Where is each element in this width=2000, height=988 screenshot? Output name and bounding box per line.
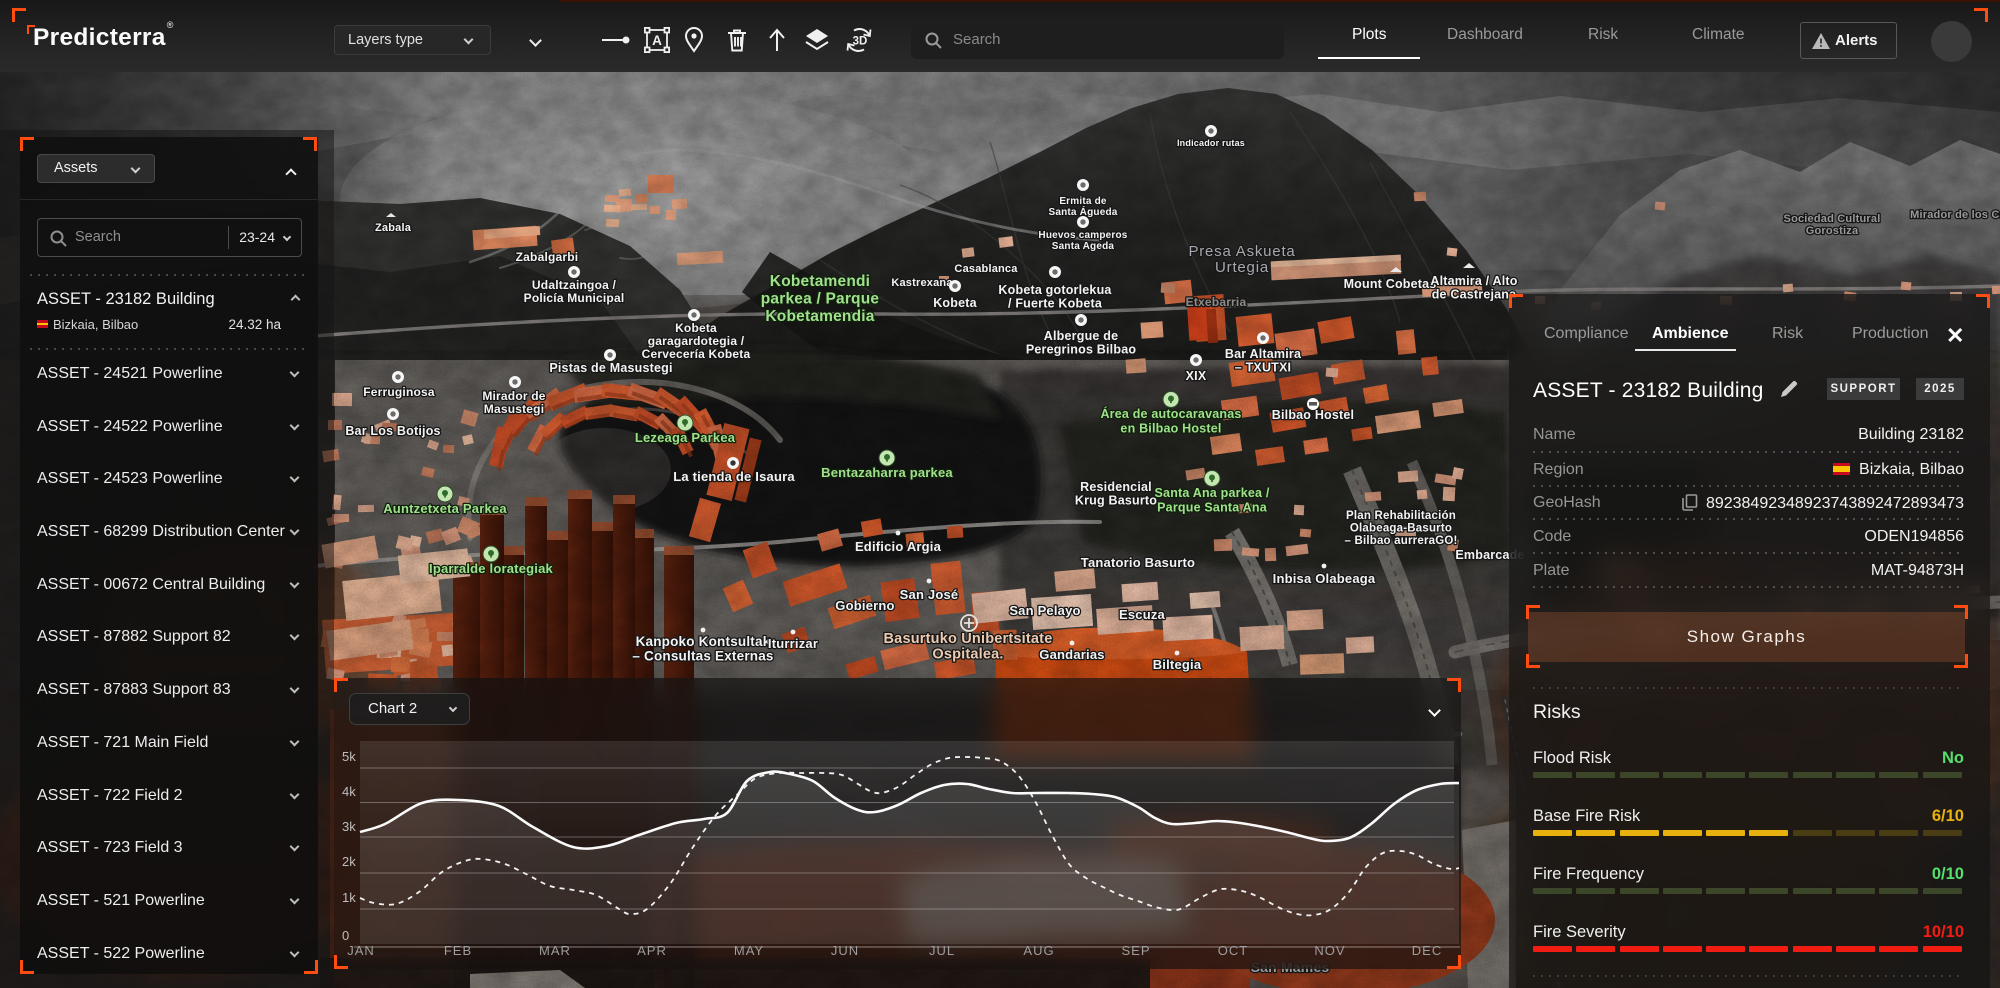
svg-text:Santa Ageda: Santa Ageda bbox=[1052, 241, 1115, 252]
svg-text:Gorostiza: Gorostiza bbox=[1806, 225, 1859, 237]
svg-text:/ Fuerte Kobeta: / Fuerte Kobeta bbox=[1008, 297, 1103, 311]
svg-text:Kobetamendi: Kobetamendi bbox=[770, 273, 870, 290]
svg-text:Krug Basurto: Krug Basurto bbox=[1075, 494, 1157, 508]
svg-text:de Castrejana: de Castrejana bbox=[1432, 288, 1517, 302]
svg-text:Huevos camperos: Huevos camperos bbox=[1038, 230, 1127, 241]
svg-text:Etxebarria: Etxebarria bbox=[1186, 295, 1247, 309]
svg-text:Albergue de: Albergue de bbox=[1044, 329, 1118, 343]
svg-text:Ferruginosa: Ferruginosa bbox=[363, 385, 435, 399]
svg-text:Iparralde lorategiak: Iparralde lorategiak bbox=[429, 561, 554, 576]
svg-text:Auntzetxeta Parkea: Auntzetxeta Parkea bbox=[383, 501, 507, 516]
svg-text:en Bilbao Hostel: en Bilbao Hostel bbox=[1120, 422, 1221, 436]
svg-text:Inbisa Olabeaga: Inbisa Olabeaga bbox=[1273, 571, 1376, 586]
svg-text:parkea / Parque: parkea / Parque bbox=[761, 291, 880, 308]
svg-text:Kobetamendia: Kobetamendia bbox=[765, 308, 874, 325]
svg-text:– TXUTXI: – TXUTXI bbox=[1235, 361, 1291, 375]
svg-text:Mirador de: Mirador de bbox=[482, 389, 545, 403]
svg-text:Iturrizar: Iturrizar bbox=[768, 636, 818, 651]
svg-text:Bar Altamira: Bar Altamira bbox=[1225, 347, 1302, 361]
svg-text:Kastrexana: Kastrexana bbox=[891, 277, 953, 289]
svg-text:Escuza: Escuza bbox=[1119, 607, 1166, 622]
svg-text:San Pelayo: San Pelayo bbox=[1009, 603, 1080, 618]
svg-text:Bentazaharra parkea: Bentazaharra parkea bbox=[821, 465, 953, 480]
svg-text:Residencial: Residencial bbox=[1080, 480, 1152, 494]
svg-text:Lezeaga Parkea: Lezeaga Parkea bbox=[635, 430, 736, 445]
svg-text:– Bilbao aurreraGO!: – Bilbao aurreraGO! bbox=[1344, 535, 1457, 547]
svg-text:Tanatorio Basurto: Tanatorio Basurto bbox=[1081, 555, 1195, 570]
svg-text:Peregrinos Bilbao: Peregrinos Bilbao bbox=[1026, 343, 1137, 357]
svg-text:Cervecería Kobeta: Cervecería Kobeta bbox=[642, 347, 751, 361]
svg-text:Plan Rehabilitación: Plan Rehabilitación bbox=[1346, 510, 1456, 522]
svg-text:Gandarias: Gandarias bbox=[1039, 647, 1104, 662]
svg-text:3D: 3D bbox=[853, 36, 868, 48]
svg-text:San José: San José bbox=[900, 587, 959, 602]
svg-text:La tienda de Isaura: La tienda de Isaura bbox=[673, 469, 795, 484]
svg-text:Bilbao Hostel: Bilbao Hostel bbox=[1272, 408, 1354, 422]
svg-text:Parque Santa Ana: Parque Santa Ana bbox=[1157, 501, 1268, 515]
svg-text:Sociedad Cultural: Sociedad Cultural bbox=[1784, 213, 1881, 225]
svg-text:Casablanca: Casablanca bbox=[954, 263, 1018, 275]
svg-text:Presa Askueta: Presa Askueta bbox=[1188, 243, 1295, 260]
svg-text:Mirador de los Ca: Mirador de los Ca bbox=[1910, 209, 2000, 221]
svg-text:Ermita de: Ermita de bbox=[1059, 196, 1107, 207]
svg-text:Kobeta gotorlekua: Kobeta gotorlekua bbox=[998, 283, 1112, 297]
svg-text:Ospitalea.: Ospitalea. bbox=[932, 647, 1003, 663]
svg-text:Udaltzaingoa /: Udaltzaingoa / bbox=[532, 278, 617, 292]
svg-text:Kanpoko Kontsultak: Kanpoko Kontsultak bbox=[636, 634, 771, 649]
svg-text:Policía Municipal: Policía Municipal bbox=[524, 291, 625, 305]
svg-text:A: A bbox=[652, 33, 662, 48]
svg-text:Zabala: Zabala bbox=[375, 222, 412, 234]
svg-text:Zabalgarbi: Zabalgarbi bbox=[516, 250, 579, 264]
svg-text:– Consultas Externas: – Consultas Externas bbox=[632, 649, 773, 664]
svg-text:Basurtuko Unibertsitate: Basurtuko Unibertsitate bbox=[884, 631, 1053, 647]
svg-text:Masustegi: Masustegi bbox=[484, 402, 544, 416]
svg-text:Santa Ana parkea /: Santa Ana parkea / bbox=[1155, 486, 1270, 500]
svg-text:Indicador rutas: Indicador rutas bbox=[1177, 138, 1245, 148]
svg-text:Kobeta: Kobeta bbox=[675, 321, 717, 335]
svg-text:Altamira / Alto: Altamira / Alto bbox=[1430, 274, 1517, 288]
svg-text:XIX: XIX bbox=[1186, 369, 1207, 383]
svg-text:Área de autocaravanas: Área de autocaravanas bbox=[1100, 406, 1241, 421]
svg-text:Mount Cobetas: Mount Cobetas bbox=[1344, 277, 1437, 291]
svg-text:Urtegia: Urtegia bbox=[1215, 259, 1269, 276]
svg-text:Pistas de Masustegi: Pistas de Masustegi bbox=[549, 361, 672, 375]
svg-text:Gobierno: Gobierno bbox=[835, 598, 894, 613]
svg-text:garagardotegia /: garagardotegia / bbox=[648, 334, 745, 348]
svg-text:Bar Los Botijos: Bar Los Botijos bbox=[345, 424, 440, 438]
svg-text:Kobeta: Kobeta bbox=[933, 296, 977, 310]
svg-text:Biltegia: Biltegia bbox=[1153, 657, 1202, 672]
svg-text:Olabeaga-Basurto: Olabeaga-Basurto bbox=[1350, 523, 1452, 535]
svg-text:Edificio Argia: Edificio Argia bbox=[855, 539, 942, 554]
